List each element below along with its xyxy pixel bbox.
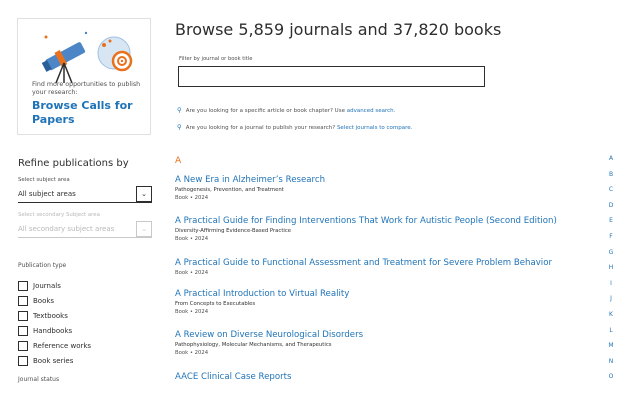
promo-text: Find more opportunities to publish your … xyxy=(32,81,141,96)
alphabet-letter-o[interactable]: O xyxy=(605,373,617,389)
publication-type-checkboxes: Journals Books Textbooks Handbooks Refer… xyxy=(18,278,91,368)
list-item: AACE Clinical Case Reports xyxy=(175,372,595,383)
alphabet-letter-l[interactable]: L xyxy=(605,327,617,343)
alphabet-letter-h[interactable]: H xyxy=(605,264,617,280)
subject-area-select[interactable]: All subject areas ⌄ xyxy=(18,186,152,203)
alphabet-letter-c[interactable]: C xyxy=(605,186,617,202)
alphabet-letter-k[interactable]: K xyxy=(605,311,617,327)
alphabet-letter-n[interactable]: N xyxy=(605,358,617,374)
checkbox-box[interactable] xyxy=(18,295,28,306)
alphabet-letter-b[interactable]: B xyxy=(605,171,617,187)
checkbox-box[interactable] xyxy=(18,325,28,336)
checkbox-label: Reference works xyxy=(33,341,92,350)
publication-subtitle: Pathogenesis, Prevention, and Treatment xyxy=(175,187,284,193)
checkbox-handbooks[interactable]: Handbooks xyxy=(18,323,91,338)
publication-meta: Book • 2024 xyxy=(175,195,209,201)
alphabet-letter-a[interactable]: A xyxy=(605,155,617,171)
telescope-illustration-icon xyxy=(41,31,133,84)
checkbox-label: Handbooks xyxy=(33,326,73,335)
refine-title: Refine publications by xyxy=(18,158,129,169)
alphabet-letter-d[interactable]: D xyxy=(605,202,617,218)
checkbox-journals[interactable]: Journals xyxy=(18,278,91,293)
publication-meta: Book • 2024 xyxy=(175,236,209,242)
secondary-subject-area-select[interactable]: All secondary subject areas ⌄ xyxy=(18,221,152,238)
alphabet-letter-i[interactable]: I xyxy=(605,280,617,296)
checkbox-label: Book series xyxy=(33,356,74,365)
list-item: A Practical Introduction to Virtual Real… xyxy=(175,289,595,316)
search-icon: ⚲ xyxy=(177,123,182,131)
checkbox-label: Journals xyxy=(33,281,61,290)
publication-title-link[interactable]: A Practical Introduction to Virtual Real… xyxy=(175,289,595,300)
list-item: A Practical Guide for Finding Interventi… xyxy=(175,216,595,243)
chevron-down-icon[interactable]: ⌄ xyxy=(136,221,152,237)
compare-journals-link[interactable]: Select journals to compare. xyxy=(337,125,412,131)
alphabet-letter-j[interactable]: J xyxy=(605,295,617,311)
publication-title-link[interactable]: A Practical Guide for Finding Interventi… xyxy=(175,216,595,227)
publication-meta: Book • 2024 xyxy=(175,309,209,315)
alphabet-letter-f[interactable]: F xyxy=(605,233,617,249)
alphabet-letter-g[interactable]: G xyxy=(605,249,617,265)
chevron-down-icon[interactable]: ⌄ xyxy=(136,186,152,202)
checkbox-box[interactable] xyxy=(18,310,28,321)
publication-subtitle: Diversity-Affirming Evidence-Based Pract… xyxy=(175,228,292,234)
list-item: A Practical Guide to Functional Assessme… xyxy=(175,258,595,277)
publication-meta: Book • 2024 xyxy=(175,350,209,356)
publication-subtitle: Pathophysiology, Molecular Mechanisms, a… xyxy=(175,342,332,348)
compare-journals-hint: ⚲ Are you looking for a journal to publis… xyxy=(177,123,412,131)
filter-input[interactable] xyxy=(178,66,485,87)
checkbox-book-series[interactable]: Book series xyxy=(18,353,91,368)
publication-subtitle: From Concepts to Executables xyxy=(175,301,256,307)
filter-label: Filter by journal or book title xyxy=(179,56,253,62)
publication-title-link[interactable]: A Practical Guide to Functional Assessme… xyxy=(175,258,595,269)
alphabet-letter-m[interactable]: M xyxy=(605,342,617,358)
letter-heading: A xyxy=(175,156,182,166)
publication-meta: Book • 2024 xyxy=(175,270,209,276)
subject-area-value: All subject areas xyxy=(18,190,76,198)
page-title: Browse 5,859 journals and 37,820 books xyxy=(175,20,502,39)
browse-calls-for-papers-link[interactable]: Browse Calls for Papers xyxy=(32,99,150,127)
advanced-search-hint: ⚲ Are you looking for a specific article … xyxy=(177,106,395,114)
checkbox-label: Books xyxy=(33,296,55,305)
checkbox-books[interactable]: Books xyxy=(18,293,91,308)
secondary-subject-area-label: Select secondary Subject area xyxy=(18,212,100,218)
advanced-search-link[interactable]: advanced search. xyxy=(347,108,396,114)
checkbox-box[interactable] xyxy=(18,340,28,351)
publication-type-label: Publication type xyxy=(18,262,67,269)
subject-area-label: Select subject area xyxy=(18,177,70,183)
checkbox-box[interactable] xyxy=(18,355,28,366)
calls-for-papers-card: Find more opportunities to publish your … xyxy=(17,18,151,135)
alphabet-nav: A B C D E F G H I J K L M N O xyxy=(605,155,617,389)
secondary-subject-area-value: All secondary subject areas xyxy=(18,225,115,233)
checkbox-box[interactable] xyxy=(18,280,28,291)
checkbox-label: Textbooks xyxy=(33,311,68,320)
publication-title-link[interactable]: A Review on Diverse Neurological Disorde… xyxy=(175,330,595,341)
checkbox-textbooks[interactable]: Textbooks xyxy=(18,308,91,323)
alphabet-letter-e[interactable]: E xyxy=(605,217,617,233)
hint-text: Are you looking for a specific article o… xyxy=(185,108,347,114)
list-item: A New Era in Alzheimer’s Research Pathog… xyxy=(175,175,595,202)
list-item: A Review on Diverse Neurological Disorde… xyxy=(175,330,595,357)
search-icon: ⚲ xyxy=(177,106,182,114)
journal-status-label: Journal status xyxy=(18,376,60,383)
publication-title-link[interactable]: A New Era in Alzheimer’s Research xyxy=(175,175,595,186)
checkbox-reference-works[interactable]: Reference works xyxy=(18,338,91,353)
hint-text: Are you looking for a journal to publish… xyxy=(185,125,337,131)
publication-title-link[interactable]: AACE Clinical Case Reports xyxy=(175,372,595,383)
